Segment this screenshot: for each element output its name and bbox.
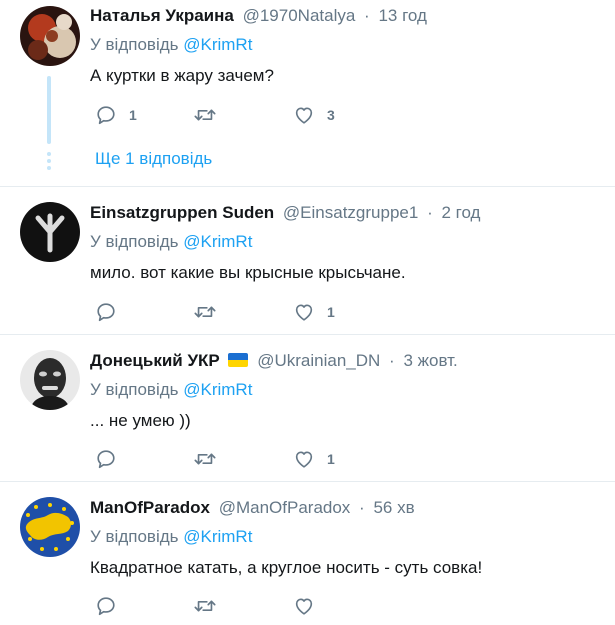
reply-button[interactable]: 1 [95,104,137,126]
reply-icon [97,303,115,322]
like-button[interactable]: 1 [293,448,335,470]
tweet-1[interactable]: Наталья Украина @1970Natalya · 13 год У … [0,0,615,187]
tweet-text: ... не умею )) [90,411,191,430]
replies-feed: Наталья Украина @1970Natalya · 13 год У … [0,0,615,625]
reply-prefix: У відповідь [90,232,179,251]
show-more-replies-link[interactable]: Ще 1 відповідь [95,148,212,170]
avatar[interactable] [20,350,80,410]
tweet-header: Наталья Украина @1970Natalya · 13 год [90,5,605,27]
retweet-icon [194,306,216,318]
reply-button[interactable] [95,595,129,617]
retweet-icon [194,600,216,612]
tweet-actions: 1 [95,301,395,323]
reply-icon [97,450,115,469]
timestamp[interactable]: 2 год [441,203,480,222]
timestamp[interactable]: 13 год [378,6,426,25]
reply-context: У відповідь @KrimRt [90,526,605,548]
avatar-image [20,497,80,557]
retweet-button[interactable] [193,301,229,323]
tweet-text: мило. вот какие вы крысные крысьчане. [90,263,406,282]
heart-icon [295,451,313,468]
username[interactable]: @1970Natalya [243,6,356,25]
avatar[interactable] [20,497,80,557]
reply-icon [97,106,115,125]
thread-dot [47,166,51,170]
username[interactable]: @ManOfParadox [219,498,351,517]
reply-prefix: У відповідь [90,527,179,546]
thread-line [47,76,51,144]
reply-mention-link[interactable]: @KrimRt [183,232,252,251]
tweet-text: Квадратное катать, а круглое носить - су… [90,558,483,577]
like-button[interactable] [293,595,327,617]
separator-dot: · [389,351,395,370]
username[interactable]: @Ukrainian_DN [257,351,380,370]
fullname[interactable]: ManOfParadox [90,498,210,517]
tweet-header: Донецький УКР @Ukrainian_DN · 3 жовт. [90,350,605,372]
thread-dot [47,152,51,156]
avatar-image [20,350,80,410]
reply-prefix: У відповідь [90,35,179,54]
retweet-icon [194,453,216,465]
like-button[interactable]: 3 [293,104,335,126]
thread-dot [47,159,51,163]
reply-button[interactable] [95,448,129,470]
tweet-actions: 1 [95,448,395,470]
like-button[interactable]: 1 [293,301,335,323]
tweet-2[interactable]: Einsatzgruppen Suden @Einsatzgruppe1 · 2… [0,187,615,335]
tweet-text: А куртки в жару зачем? [90,66,274,85]
reply-prefix: У відповідь [90,380,179,399]
tweet-header: ManOfParadox @ManOfParadox · 56 хв [90,497,605,519]
like-count: 1 [327,451,335,467]
reply-mention-link[interactable]: @KrimRt [183,527,252,546]
fullname[interactable]: Einsatzgruppen Suden [90,203,274,222]
heart-icon [295,107,313,124]
reply-count: 1 [129,107,137,123]
retweet-button[interactable] [193,104,229,126]
tweet-content: Наталья Украина @1970Natalya · 13 год У … [90,5,605,87]
avatar-image [20,6,80,66]
reply-icon [97,597,115,616]
reply-button[interactable] [95,301,129,323]
separator-dot: · [427,203,433,222]
reply-context: У відповідь @KrimRt [90,231,605,253]
username[interactable]: @Einsatzgruppe1 [283,203,418,222]
reply-context: У відповідь @KrimRt [90,34,605,56]
like-count: 3 [327,107,335,123]
timestamp[interactable]: 3 жовт. [403,351,457,370]
avatar[interactable] [20,6,80,66]
retweet-button[interactable] [193,595,229,617]
tweet-content: Донецький УКР @Ukrainian_DN · 3 жовт. У … [90,350,605,432]
avatar-image [20,202,80,262]
separator-dot: · [359,498,365,517]
tweet-actions: 1 3 [95,104,395,126]
ukraine-flag-emoji [228,353,249,367]
reply-mention-link[interactable]: @KrimRt [183,380,252,399]
like-count: 1 [327,304,335,320]
tweet-4[interactable]: ManOfParadox @ManOfParadox · 56 хв У від… [0,482,615,625]
heart-icon [295,598,313,615]
fullname[interactable]: Донецький УКР [90,351,220,370]
tweet-header: Einsatzgruppen Suden @Einsatzgruppe1 · 2… [90,202,605,224]
tweet-3[interactable]: Донецький УКР @Ukrainian_DN · 3 жовт. У … [0,335,615,482]
tweet-content: Einsatzgruppen Suden @Einsatzgruppe1 · 2… [90,202,605,284]
separator-dot: · [364,6,370,25]
retweet-button[interactable] [193,448,229,470]
tweet-actions [95,595,395,617]
fullname[interactable]: Наталья Украина [90,6,234,25]
reply-mention-link[interactable]: @KrimRt [183,35,252,54]
avatar[interactable] [20,202,80,262]
reply-context: У відповідь @KrimRt [90,379,605,401]
retweet-icon [194,109,216,121]
timestamp[interactable]: 56 хв [373,498,414,517]
tweet-content: ManOfParadox @ManOfParadox · 56 хв У від… [90,497,605,579]
heart-icon [295,304,313,321]
